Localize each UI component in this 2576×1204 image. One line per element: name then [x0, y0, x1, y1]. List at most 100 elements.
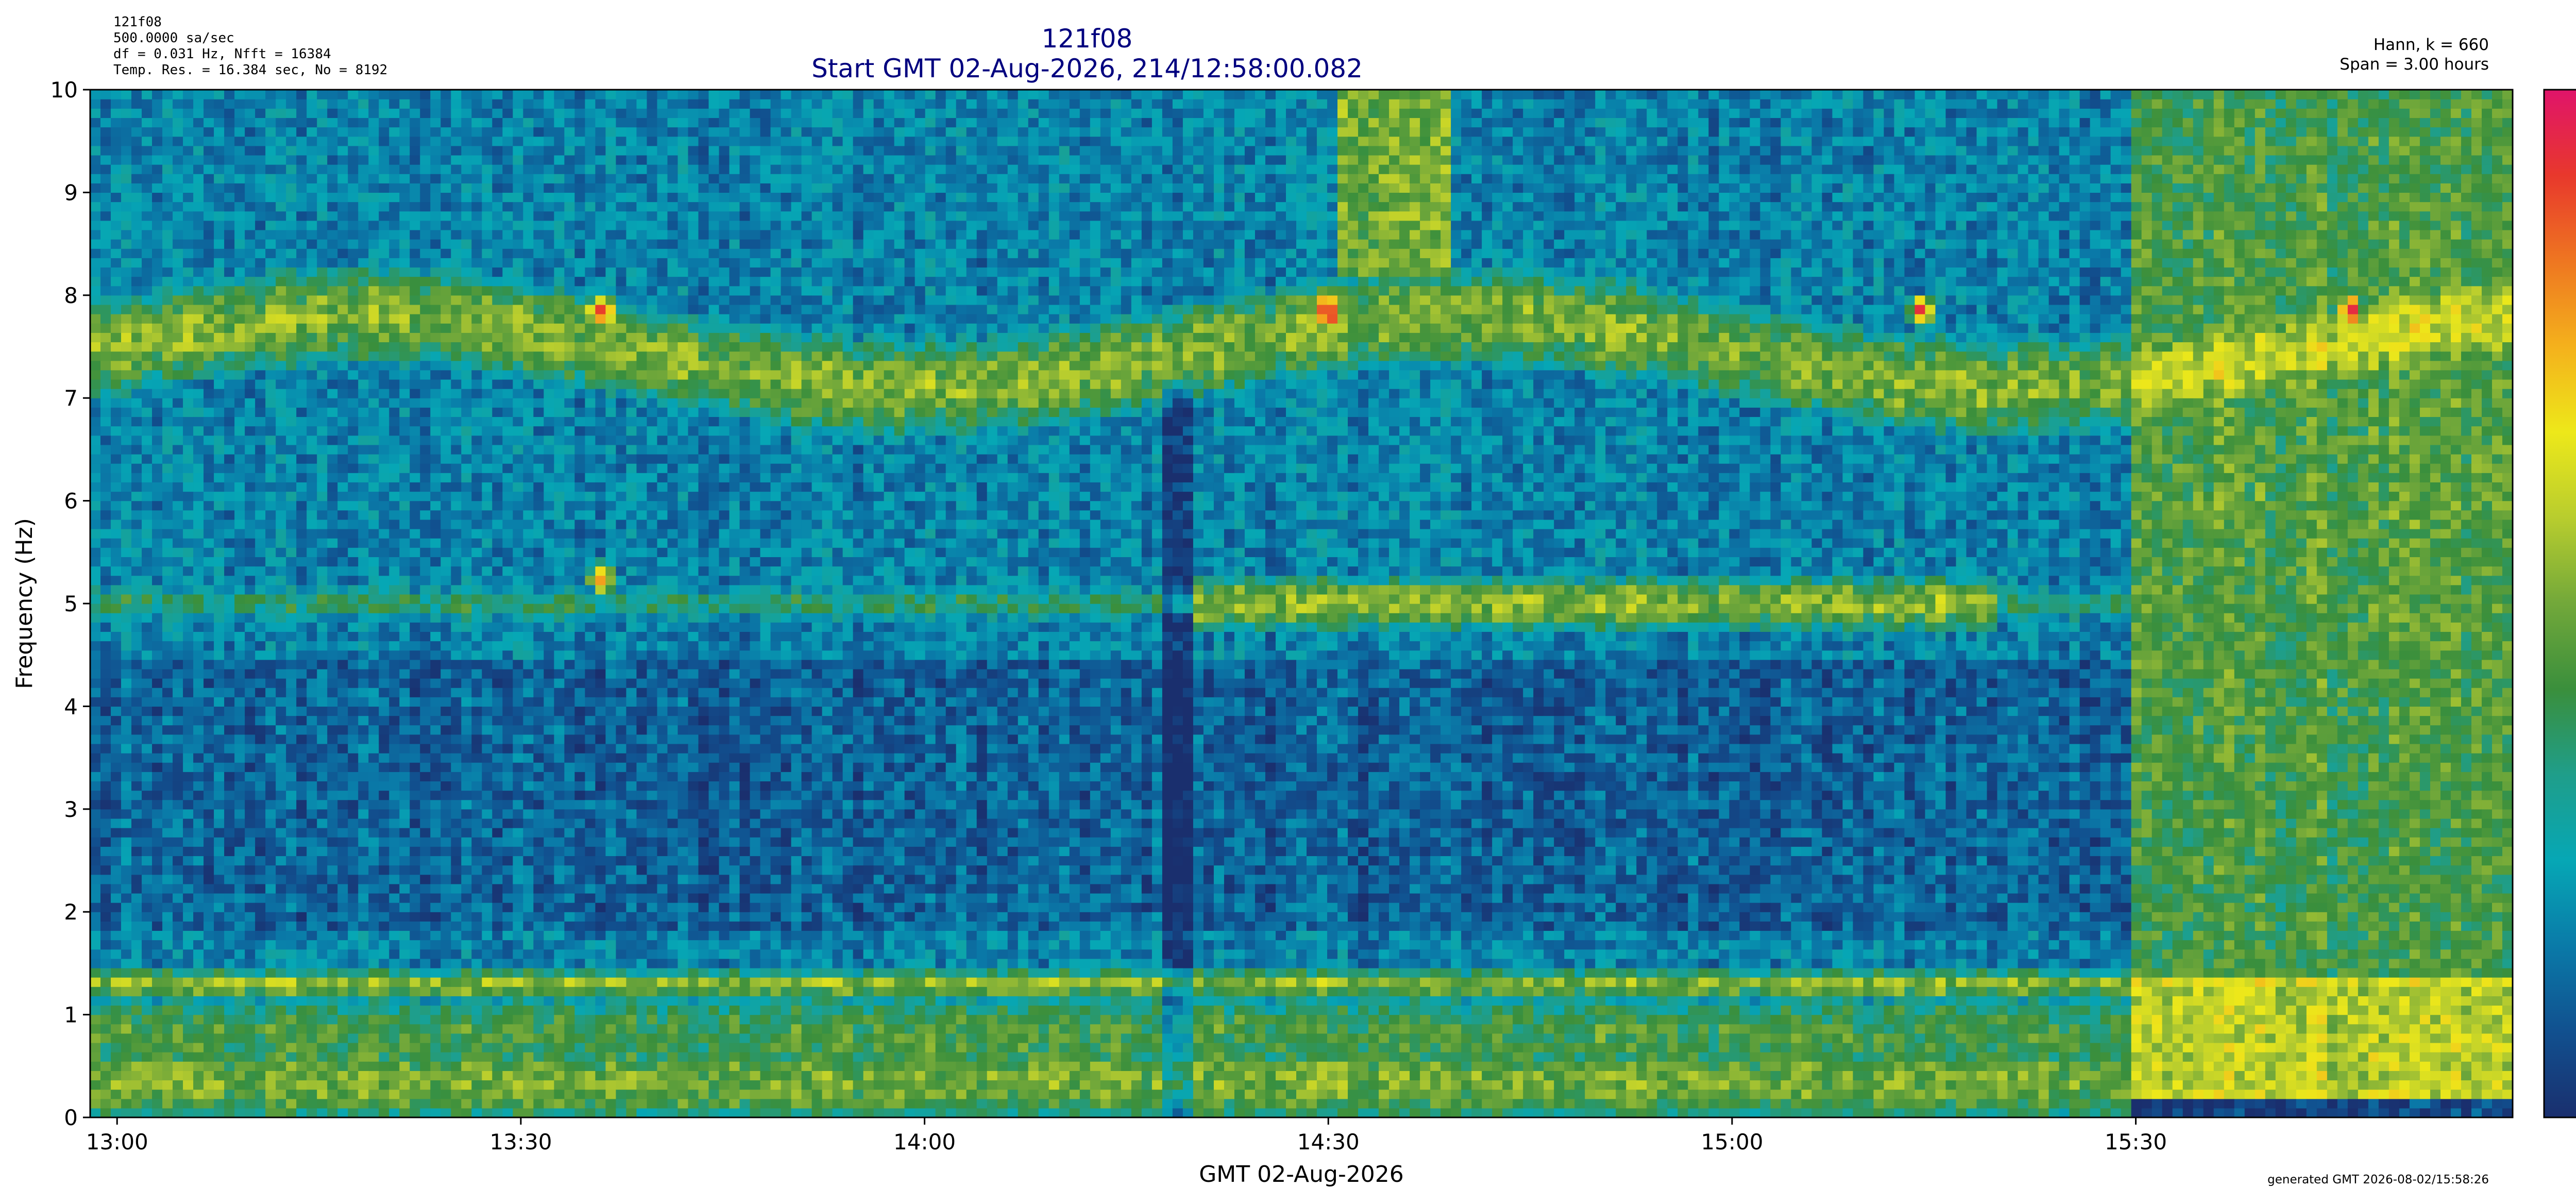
heatmap-cell	[420, 155, 431, 165]
heatmap-cell	[389, 1052, 400, 1062]
heatmap-cell	[482, 884, 493, 894]
heatmap-cell	[162, 697, 173, 707]
heatmap-cell	[440, 164, 451, 174]
heatmap-cell	[152, 258, 163, 267]
heatmap-cell	[255, 295, 266, 305]
heatmap-cell	[451, 660, 462, 670]
heatmap-cell	[100, 986, 111, 996]
heatmap-cell	[245, 192, 256, 202]
heatmap-cell	[368, 342, 379, 352]
heatmap-cell	[234, 248, 245, 258]
heatmap-cell	[471, 248, 482, 258]
heatmap-cell	[234, 1099, 245, 1109]
heatmap-cell	[389, 305, 400, 314]
heatmap-cell	[544, 725, 554, 735]
heatmap-cell	[337, 762, 348, 772]
heatmap-cell	[389, 267, 400, 277]
heatmap-cell	[399, 463, 410, 473]
heatmap-cell	[317, 996, 328, 1006]
heatmap-cell	[533, 342, 544, 352]
heatmap-cell	[296, 436, 307, 445]
heatmap-cell	[193, 1099, 204, 1109]
heatmap-cell	[90, 996, 101, 1006]
heatmap-cell	[183, 352, 194, 361]
heatmap-cell	[307, 221, 317, 230]
heatmap-cell	[121, 613, 132, 623]
heatmap-cell	[502, 818, 513, 828]
heatmap-cell	[111, 221, 122, 230]
heatmap-cell	[379, 753, 389, 763]
heatmap-cell	[307, 893, 317, 903]
heatmap-cell	[461, 791, 472, 800]
heatmap-cell	[482, 239, 493, 249]
heatmap-cell	[317, 416, 328, 426]
heatmap-cell	[307, 286, 317, 296]
heatmap-cell	[245, 613, 256, 623]
heatmap-cell	[440, 398, 451, 408]
heatmap-cell	[389, 323, 400, 333]
heatmap-cell	[430, 1108, 441, 1118]
heatmap-cell	[379, 277, 389, 287]
heatmap-cell	[152, 491, 163, 501]
heatmap-cell	[502, 940, 513, 950]
heatmap-cell	[502, 1043, 513, 1052]
heatmap-cell	[121, 473, 132, 482]
heatmap-cell	[554, 893, 565, 903]
heatmap-cell	[131, 912, 142, 922]
heatmap-cell	[523, 267, 534, 277]
heatmap-cell	[348, 1015, 359, 1025]
heatmap-cell	[430, 258, 441, 267]
heatmap-cell	[440, 566, 451, 576]
heatmap-cell	[173, 221, 183, 230]
heatmap-cell	[173, 1033, 183, 1043]
heatmap-cell	[544, 884, 554, 894]
heatmap-cell	[544, 1043, 554, 1052]
heatmap-cell	[276, 660, 286, 670]
heatmap-cell	[121, 221, 132, 230]
heatmap-cell	[420, 286, 431, 296]
heatmap-cell	[337, 959, 348, 968]
heatmap-cell	[296, 744, 307, 754]
heatmap-cell	[90, 930, 101, 940]
heatmap-cell	[513, 520, 523, 529]
heatmap-cell	[471, 1052, 482, 1062]
heatmap-cell	[482, 622, 493, 632]
heatmap-cell	[131, 791, 142, 800]
heatmap-cell	[461, 127, 472, 137]
heatmap-cell	[461, 342, 472, 352]
heatmap-cell	[111, 875, 122, 884]
heatmap-cell	[214, 211, 225, 221]
heatmap-cell	[111, 118, 122, 127]
heatmap-cell	[544, 398, 554, 408]
heatmap-cell	[492, 277, 503, 287]
heatmap-cell	[502, 164, 513, 174]
heatmap-cell	[255, 221, 266, 230]
heatmap-cell	[245, 660, 256, 670]
heatmap-cell	[111, 576, 122, 586]
heatmap-cell	[286, 1071, 297, 1080]
heatmap-cell	[348, 968, 359, 978]
heatmap-cell	[265, 912, 276, 922]
heatmap-cell	[368, 108, 379, 118]
heatmap-cell	[440, 837, 451, 847]
heatmap-cell	[265, 295, 276, 305]
heatmap-cell	[482, 678, 493, 688]
heatmap-cell	[368, 491, 379, 501]
heatmap-cell	[121, 352, 132, 361]
heatmap-cell	[327, 258, 338, 267]
heatmap-cell	[162, 828, 173, 838]
heatmap-cell	[461, 912, 472, 922]
heatmap-cell	[461, 473, 472, 482]
heatmap-cell	[327, 613, 338, 623]
heatmap-cell	[379, 211, 389, 221]
heatmap-cell	[276, 258, 286, 267]
heatmap-cell	[193, 734, 204, 744]
heatmap-cell	[440, 538, 451, 548]
heatmap-cell	[142, 547, 152, 557]
heatmap-cell	[492, 566, 503, 576]
heatmap-cell	[502, 1090, 513, 1099]
heatmap-cell	[461, 772, 472, 781]
heatmap-cell	[368, 192, 379, 202]
heatmap-cell	[461, 90, 472, 99]
heatmap-cell	[183, 818, 194, 828]
